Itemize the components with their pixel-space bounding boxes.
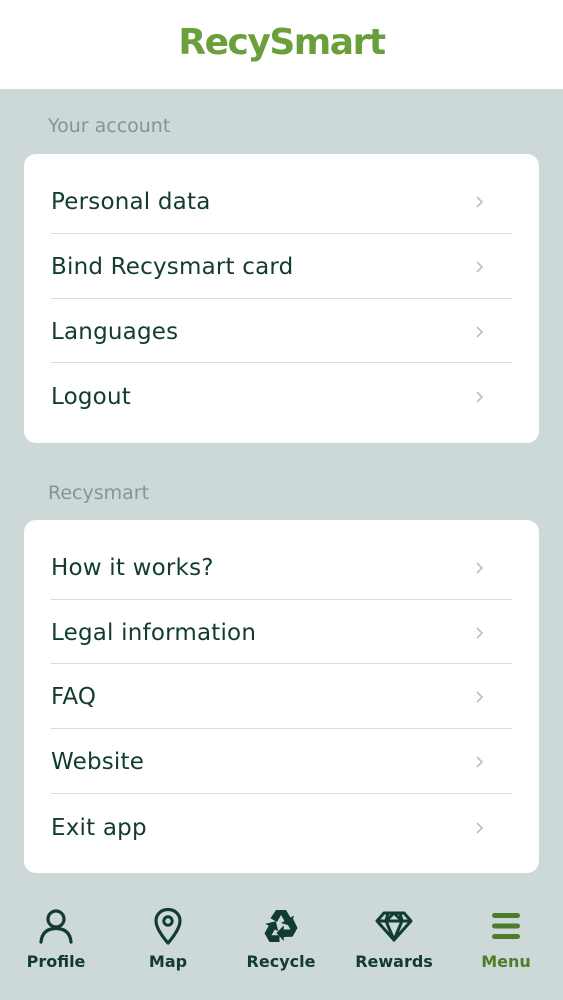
- menu-item-label: Personal data: [51, 188, 211, 215]
- menu-item-label: Legal information: [51, 619, 257, 646]
- app-logo: RecySmart: [178, 22, 386, 63]
- nav-item-rewards[interactable]: Rewards: [338, 892, 450, 1000]
- recysmart-menu-card: How it works? Legal information FAQ Webs…: [24, 520, 539, 873]
- menu-item-languages[interactable]: Languages: [51, 299, 512, 364]
- menu-item-label: Website: [51, 748, 145, 775]
- divider: [51, 362, 512, 363]
- menu-item-label: Languages: [51, 318, 179, 345]
- nav-label: Recycle: [246, 952, 316, 971]
- chevron-right-icon: [476, 690, 484, 703]
- menu-item-label: Bind Recysmart card: [51, 253, 294, 280]
- menu-item-legal-information[interactable]: Legal information: [51, 600, 512, 665]
- chevron-right-icon: [476, 821, 484, 834]
- menu-item-label: How it works?: [51, 554, 214, 581]
- account-menu-card: Personal data Bind Recysmart card Langua…: [24, 154, 539, 443]
- section-title-recysmart: Recysmart: [48, 482, 150, 504]
- menu-item-exit-app[interactable]: Exit app: [51, 795, 512, 860]
- nav-item-profile[interactable]: Profile: [0, 892, 112, 1000]
- diamond-icon: [375, 911, 413, 942]
- menu-item-how-it-works[interactable]: How it works?: [51, 535, 512, 600]
- recycle-icon: [264, 910, 298, 942]
- menu-item-website[interactable]: Website: [51, 729, 512, 794]
- chevron-right-icon: [476, 260, 484, 273]
- nav-label: Map: [148, 952, 188, 971]
- menu-icon: [492, 913, 520, 939]
- menu-item-label: Logout: [51, 383, 131, 410]
- menu-item-faq[interactable]: FAQ: [51, 664, 512, 729]
- map-pin-icon: [154, 907, 182, 945]
- menu-item-label: FAQ: [51, 683, 97, 710]
- person-icon: [39, 909, 73, 944]
- divider: [51, 793, 512, 794]
- chevron-right-icon: [476, 390, 484, 403]
- nav-item-recycle[interactable]: Recycle: [225, 892, 337, 1000]
- menu-item-personal-data[interactable]: Personal data: [51, 169, 512, 234]
- nav-label: Profile: [26, 952, 86, 971]
- menu-item-label: Exit app: [51, 814, 147, 841]
- menu-item-logout[interactable]: Logout: [51, 364, 512, 429]
- menu-item-bind-card[interactable]: Bind Recysmart card: [51, 234, 512, 299]
- nav-label: Menu: [481, 952, 531, 971]
- nav-item-map[interactable]: Map: [112, 892, 224, 1000]
- nav-item-menu[interactable]: Menu: [450, 892, 562, 1000]
- chevron-right-icon: [476, 195, 484, 208]
- chevron-right-icon: [476, 626, 484, 639]
- chevron-right-icon: [476, 755, 484, 768]
- nav-label: Rewards: [355, 952, 433, 971]
- app-header: RecySmart: [0, 0, 563, 89]
- section-title-your-account: Your account: [48, 115, 171, 137]
- bottom-navigation: Profile Map Recycle Rewards Menu: [0, 892, 563, 1000]
- chevron-right-icon: [476, 561, 484, 574]
- chevron-right-icon: [476, 325, 484, 338]
